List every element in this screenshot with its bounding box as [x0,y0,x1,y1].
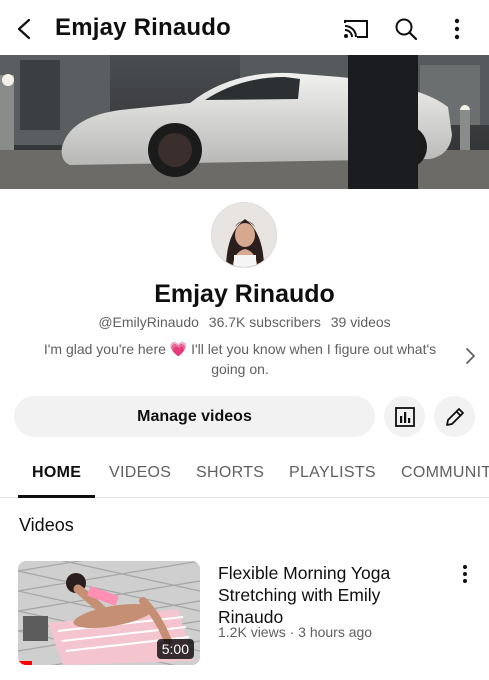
video-thumbnail[interactable]: 5:00 [18,561,200,665]
page-title: Emjay Rinaudo [55,14,231,41]
channel-handle[interactable]: @EmilyRinaudo [98,314,199,330]
video-title[interactable]: Flexible Morning Yoga Stretching with Em… [218,562,438,628]
cast-icon[interactable] [341,14,371,44]
watch-progress [18,661,32,665]
description-line-2: going on. [211,361,269,377]
subscriber-count: 36.7K subscribers [208,314,321,330]
more-vert-icon[interactable] [442,14,472,44]
video-duration: 5:00 [156,639,194,659]
analytics-icon[interactable] [384,396,425,437]
channel-description[interactable]: I'm glad you're here 💗 I'll let you know… [20,339,460,379]
channel-tabs: HOME VIDEOS SHORTS PLAYLISTS COMMUNITY [0,450,489,498]
chevron-right-icon[interactable] [460,346,480,366]
edit-pencil-icon[interactable] [434,396,475,437]
channel-banner [0,55,489,189]
tab-home[interactable]: HOME [32,450,81,497]
active-tab-indicator [18,495,95,498]
tab-videos[interactable]: VIDEOS [109,450,171,497]
manage-videos-button[interactable]: Manage videos [14,396,375,437]
top-app-bar: Emjay Rinaudo [0,0,489,56]
video-count: 39 videos [330,314,391,330]
tab-community[interactable]: COMMUNITY [401,450,489,497]
channel-avatar[interactable] [211,202,277,268]
search-icon[interactable] [391,14,421,44]
tab-shorts[interactable]: SHORTS [196,450,264,497]
channel-meta: @EmilyRinaudo 36.7K subscribers 39 video… [0,314,489,330]
channel-name: Emjay Rinaudo [154,280,335,308]
section-title: Videos [19,515,74,535]
video-more-icon[interactable] [455,562,475,586]
description-line-1: I'm glad you're here 💗 I'll let you know… [43,341,437,357]
video-meta: 1.2K views · 3 hours ago [218,624,373,640]
tab-playlists[interactable]: PLAYLISTS [289,450,376,497]
back-arrow-icon[interactable] [10,14,40,44]
